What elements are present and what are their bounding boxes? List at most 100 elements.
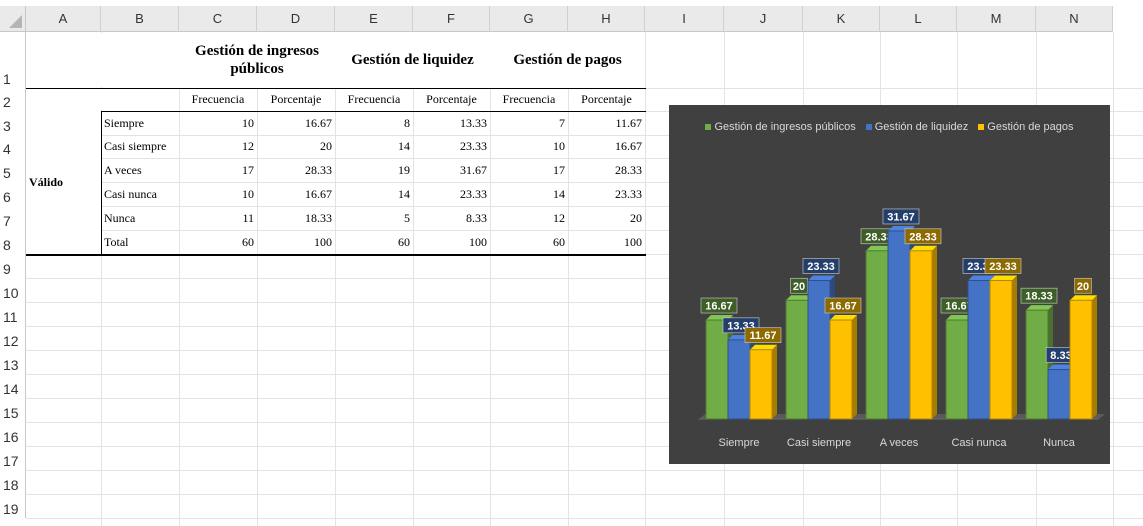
data-label: 11.67 — [750, 330, 777, 342]
row-header[interactable]: 15 — [0, 398, 26, 422]
row-header[interactable]: 13 — [0, 350, 26, 374]
table-cell[interactable]: 20 — [568, 206, 645, 230]
row-header[interactable]: 2 — [0, 88, 26, 111]
row-header[interactable]: 11 — [0, 302, 26, 326]
column-header[interactable]: E — [335, 6, 413, 32]
column-header[interactable]: I — [645, 6, 724, 32]
data-label: 20 — [1077, 281, 1089, 293]
column-subheader: Porcentaje — [581, 92, 632, 106]
table-cell[interactable]: 20 — [257, 135, 335, 158]
column-header[interactable]: L — [880, 6, 957, 32]
table-cell[interactable]: 23.33 — [413, 135, 490, 158]
bar — [1069, 299, 1093, 420]
table-cell[interactable]: 5 — [335, 206, 413, 230]
data-label: 16.67 — [705, 301, 733, 313]
table-cell[interactable]: 11.67 — [568, 111, 645, 135]
table-cell[interactable]: 10 — [179, 111, 257, 135]
table-cell[interactable]: 16.67 — [257, 182, 335, 206]
gridline — [26, 518, 1143, 519]
row-header[interactable]: 5 — [0, 158, 26, 182]
row-header[interactable]: 17 — [0, 446, 26, 470]
bar — [967, 279, 991, 420]
column-header[interactable]: F — [413, 6, 490, 32]
column-header[interactable]: K — [803, 6, 880, 32]
bar-side — [1012, 275, 1017, 419]
row-header[interactable]: 8 — [0, 230, 26, 254]
table-cell[interactable]: 10 — [490, 135, 568, 158]
column-header[interactable]: J — [724, 6, 803, 32]
table-cell[interactable]: 14 — [490, 182, 568, 206]
column-header[interactable]: D — [257, 6, 335, 32]
table-cell[interactable]: 100 — [257, 230, 335, 254]
row-header[interactable]: 10 — [0, 278, 26, 302]
row-group-label: Válido — [26, 111, 101, 254]
table-cell[interactable]: 8.33 — [413, 206, 490, 230]
table-cell[interactable]: 19 — [335, 158, 413, 182]
bar-side — [1092, 295, 1097, 419]
table-cell[interactable]: 60 — [335, 230, 413, 254]
table-cell[interactable]: 10 — [179, 182, 257, 206]
table-cell[interactable]: 100 — [413, 230, 490, 254]
row-header[interactable]: 14 — [0, 374, 26, 398]
bar — [945, 319, 969, 420]
row-label: Nunca — [104, 210, 136, 225]
gridline — [1113, 32, 1114, 526]
column-header[interactable]: M — [957, 6, 1036, 32]
table-cell[interactable]: 14 — [335, 182, 413, 206]
row-header[interactable]: 7 — [0, 206, 26, 230]
table-cell[interactable]: 28.33 — [568, 158, 645, 182]
data-label: 28.33 — [909, 231, 937, 243]
row-header[interactable]: 12 — [0, 326, 26, 350]
table-cell[interactable]: 13.33 — [413, 111, 490, 135]
table-cell[interactable]: 11 — [179, 206, 257, 230]
table-cell[interactable]: 23.33 — [413, 182, 490, 206]
cell-fill — [27, 33, 179, 87]
table-cell[interactable]: 14 — [335, 135, 413, 158]
row-header[interactable]: 4 — [0, 135, 26, 158]
column-subheader: Porcentaje — [270, 92, 322, 106]
column-subheader: Frecuencia — [347, 92, 401, 106]
column-header[interactable]: C — [179, 6, 257, 32]
table-cell[interactable]: 8 — [335, 111, 413, 135]
data-label: 20 — [793, 281, 805, 293]
table-cell[interactable]: 16.67 — [568, 135, 645, 158]
row-header[interactable]: 9 — [0, 254, 26, 278]
table-cell[interactable]: 12 — [179, 135, 257, 158]
table-cell[interactable]: 60 — [179, 230, 257, 254]
column-header[interactable]: G — [490, 6, 568, 32]
column-header[interactable]: B — [101, 6, 179, 32]
table-border — [26, 111, 646, 112]
bar — [749, 349, 773, 420]
table-cell[interactable]: 31.67 — [413, 158, 490, 182]
gridline — [26, 494, 1143, 495]
table-cell[interactable]: 100 — [568, 230, 645, 254]
table-cell[interactable]: 16.67 — [257, 111, 335, 135]
select-all-corner[interactable] — [0, 6, 26, 32]
column-header[interactable]: H — [568, 6, 645, 32]
column-header[interactable]: N — [1036, 6, 1113, 32]
table-cell[interactable]: 17 — [179, 158, 257, 182]
bar — [1047, 369, 1071, 420]
row-label: Casi siempre — [104, 139, 167, 153]
chart[interactable]: Gestión de ingresos públicos Gestión de … — [669, 105, 1110, 464]
table-cell[interactable]: 28.33 — [257, 158, 335, 182]
table-cell[interactable]: 12 — [490, 206, 568, 230]
table-cell[interactable]: 60 — [490, 230, 568, 254]
row-header[interactable]: 18 — [0, 470, 26, 494]
row-header[interactable]: 1 — [0, 32, 26, 88]
table-cell[interactable]: 17 — [490, 158, 568, 182]
data-label: 31.67 — [887, 211, 915, 223]
data-label: 23.33 — [807, 261, 835, 273]
row-label: Casi nunca — [104, 186, 157, 201]
row-header[interactable]: 6 — [0, 182, 26, 206]
table-cell[interactable]: 23.33 — [568, 182, 645, 206]
row-header[interactable]: 16 — [0, 422, 26, 446]
row-header[interactable]: 3 — [0, 111, 26, 135]
data-label: 18.33 — [1025, 291, 1053, 303]
row-header[interactable]: 19 — [0, 494, 26, 518]
column-header[interactable]: A — [26, 6, 101, 32]
x-tick-label: Siempre — [719, 437, 760, 449]
table-cell[interactable]: 7 — [490, 111, 568, 135]
table-cell[interactable]: 18.33 — [257, 206, 335, 230]
bar — [865, 250, 889, 420]
